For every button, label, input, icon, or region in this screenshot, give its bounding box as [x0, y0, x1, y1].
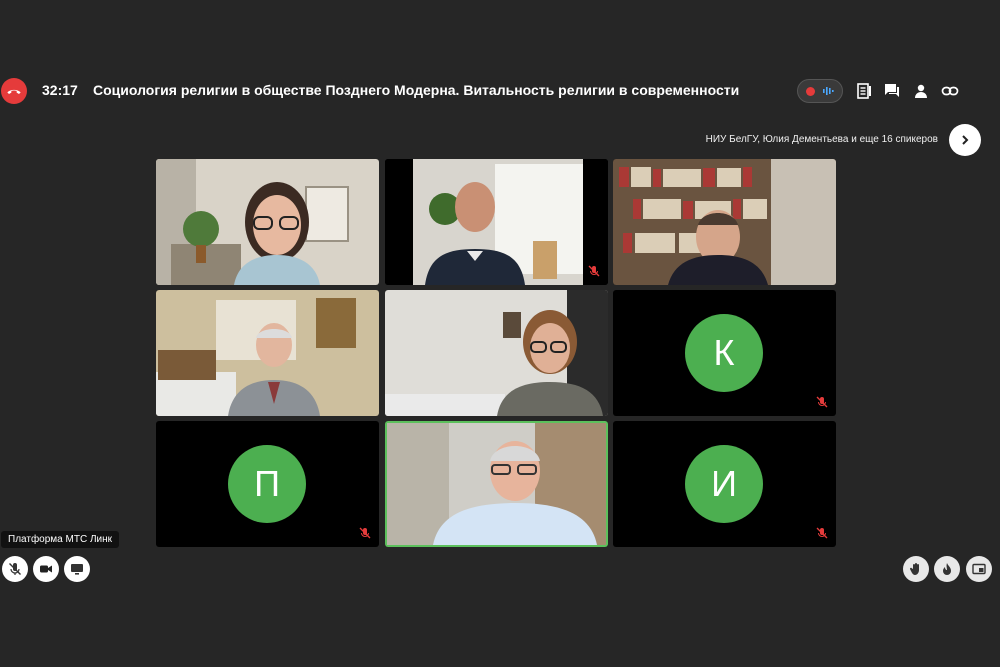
video-tile-4[interactable] — [156, 290, 379, 416]
hand-icon — [909, 563, 919, 575]
chevron-right-icon — [962, 135, 969, 145]
video-tile-8-active-speaker[interactable] — [385, 421, 608, 547]
participant-video — [156, 290, 379, 416]
participant-video — [387, 423, 606, 545]
recording-indicator[interactable] — [797, 79, 843, 103]
link-icon[interactable] — [941, 82, 959, 100]
call-timer: 32:17 — [42, 82, 78, 98]
speakers-summary: НИУ БелГУ, Юлия Дементьева и еще 16 спик… — [705, 134, 938, 145]
mic-muted-icon — [359, 527, 371, 539]
participants-icon[interactable] — [912, 82, 930, 100]
participant-avatar: И — [685, 445, 763, 523]
audio-wave-icon — [823, 87, 834, 95]
video-tile-3[interactable] — [613, 159, 836, 285]
monitor-icon — [71, 564, 83, 575]
next-speakers-button[interactable] — [949, 124, 981, 156]
platform-tooltip: Платформа МТС Линк — [1, 531, 119, 548]
camera-toggle-button[interactable] — [33, 556, 59, 582]
mic-muted-icon — [816, 396, 828, 408]
participant-video — [385, 290, 608, 416]
video-tile-5[interactable] — [385, 290, 608, 416]
screen-share-button[interactable] — [64, 556, 90, 582]
participant-video — [613, 159, 836, 285]
video-tile-9[interactable]: И — [613, 421, 836, 547]
video-tile-6[interactable]: К — [613, 290, 836, 416]
participant-video — [385, 159, 608, 285]
participant-video — [156, 159, 379, 285]
video-tile-7[interactable]: П — [156, 421, 379, 547]
participant-avatar: К — [685, 314, 763, 392]
mic-muted-icon — [588, 265, 600, 277]
hangup-button[interactable] — [1, 78, 27, 104]
notes-icon[interactable] — [855, 82, 873, 100]
video-camera-icon — [40, 565, 52, 573]
chat-icon[interactable] — [883, 82, 901, 100]
participant-avatar: П — [228, 445, 306, 523]
record-dot-icon — [806, 86, 815, 96]
microphone-toggle-button[interactable] — [2, 556, 28, 582]
video-tile-1[interactable] — [156, 159, 379, 285]
raise-hand-button[interactable] — [903, 556, 929, 582]
pip-icon — [972, 563, 986, 575]
picture-in-picture-button[interactable] — [966, 556, 992, 582]
mic-off-icon — [9, 563, 21, 575]
mic-muted-icon — [816, 527, 828, 539]
flame-icon — [943, 563, 951, 575]
top-bar: 32:17 Социология религии в обществе Позд… — [0, 78, 1000, 104]
phone-hangup-icon — [7, 89, 21, 94]
event-title: Социология религии в обществе Позднего М… — [93, 82, 740, 98]
video-tile-2[interactable] — [385, 159, 608, 285]
reactions-button[interactable] — [934, 556, 960, 582]
